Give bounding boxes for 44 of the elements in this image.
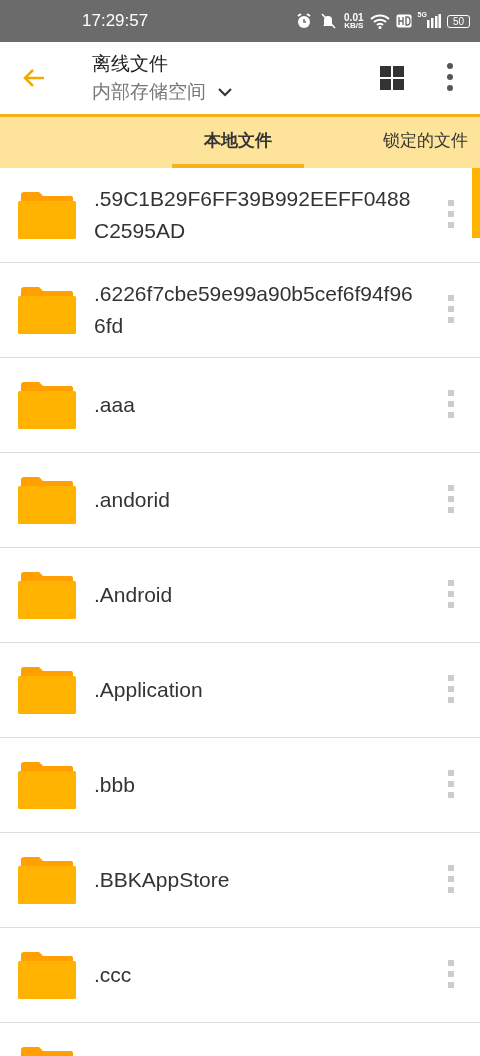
mute-icon xyxy=(318,13,339,29)
folder-name[interactable]: .bbb xyxy=(94,769,420,801)
more-icon xyxy=(447,960,455,990)
folder-icon xyxy=(18,761,76,809)
folder-name[interactable]: .aaa xyxy=(94,389,420,421)
back-arrow-icon xyxy=(23,69,45,87)
folder-icon xyxy=(18,571,76,619)
status-time: 17:29:57 xyxy=(82,11,150,31)
folder-name[interactable]: .59C1B29F6FF39B992EEFF0488C2595AD xyxy=(94,183,420,247)
folder-name[interactable]: .ccc xyxy=(94,959,420,991)
battery-level: 50 xyxy=(446,14,470,28)
folder-icon xyxy=(18,951,76,999)
tab[interactable]: 本地文件 xyxy=(172,117,304,168)
storage-dropdown[interactable]: 内部存储空间 xyxy=(92,79,232,105)
more-icon xyxy=(447,485,455,515)
folder-icon xyxy=(18,286,76,334)
more-icon xyxy=(447,675,455,705)
wifi-icon xyxy=(369,13,390,29)
more-icon xyxy=(447,580,455,610)
folder-icon xyxy=(18,476,76,524)
hd-icon xyxy=(395,14,412,28)
more-icon xyxy=(446,63,454,93)
more-icon xyxy=(447,865,455,895)
folder-name[interactable]: .andorid xyxy=(94,484,420,516)
signal-icon xyxy=(426,14,441,28)
folder-icon xyxy=(18,856,76,904)
folder-name[interactable]: .BBKAppStore xyxy=(94,864,420,896)
alarm-icon xyxy=(296,13,313,29)
grid-icon xyxy=(380,66,404,90)
network-speed: 0.01 KB/S xyxy=(344,12,364,30)
scrollbar xyxy=(472,168,480,238)
folder-name[interactable]: .Android xyxy=(94,579,420,611)
more-icon xyxy=(447,200,455,230)
folder-name[interactable]: .6226f7cbe59e99a90b5cef6f94f966fd xyxy=(94,278,420,342)
chevron-down-icon xyxy=(218,87,232,97)
screen-title: 离线文件 xyxy=(92,51,169,76)
more-icon xyxy=(447,295,455,325)
more-icon xyxy=(447,390,455,420)
folder-icon xyxy=(18,666,76,714)
tab[interactable]: 锁定的文件 xyxy=(370,117,480,168)
more-icon xyxy=(447,770,455,800)
folder-icon xyxy=(18,191,76,239)
folder-icon xyxy=(18,381,76,429)
folder-name[interactable]: .Application xyxy=(94,674,420,706)
